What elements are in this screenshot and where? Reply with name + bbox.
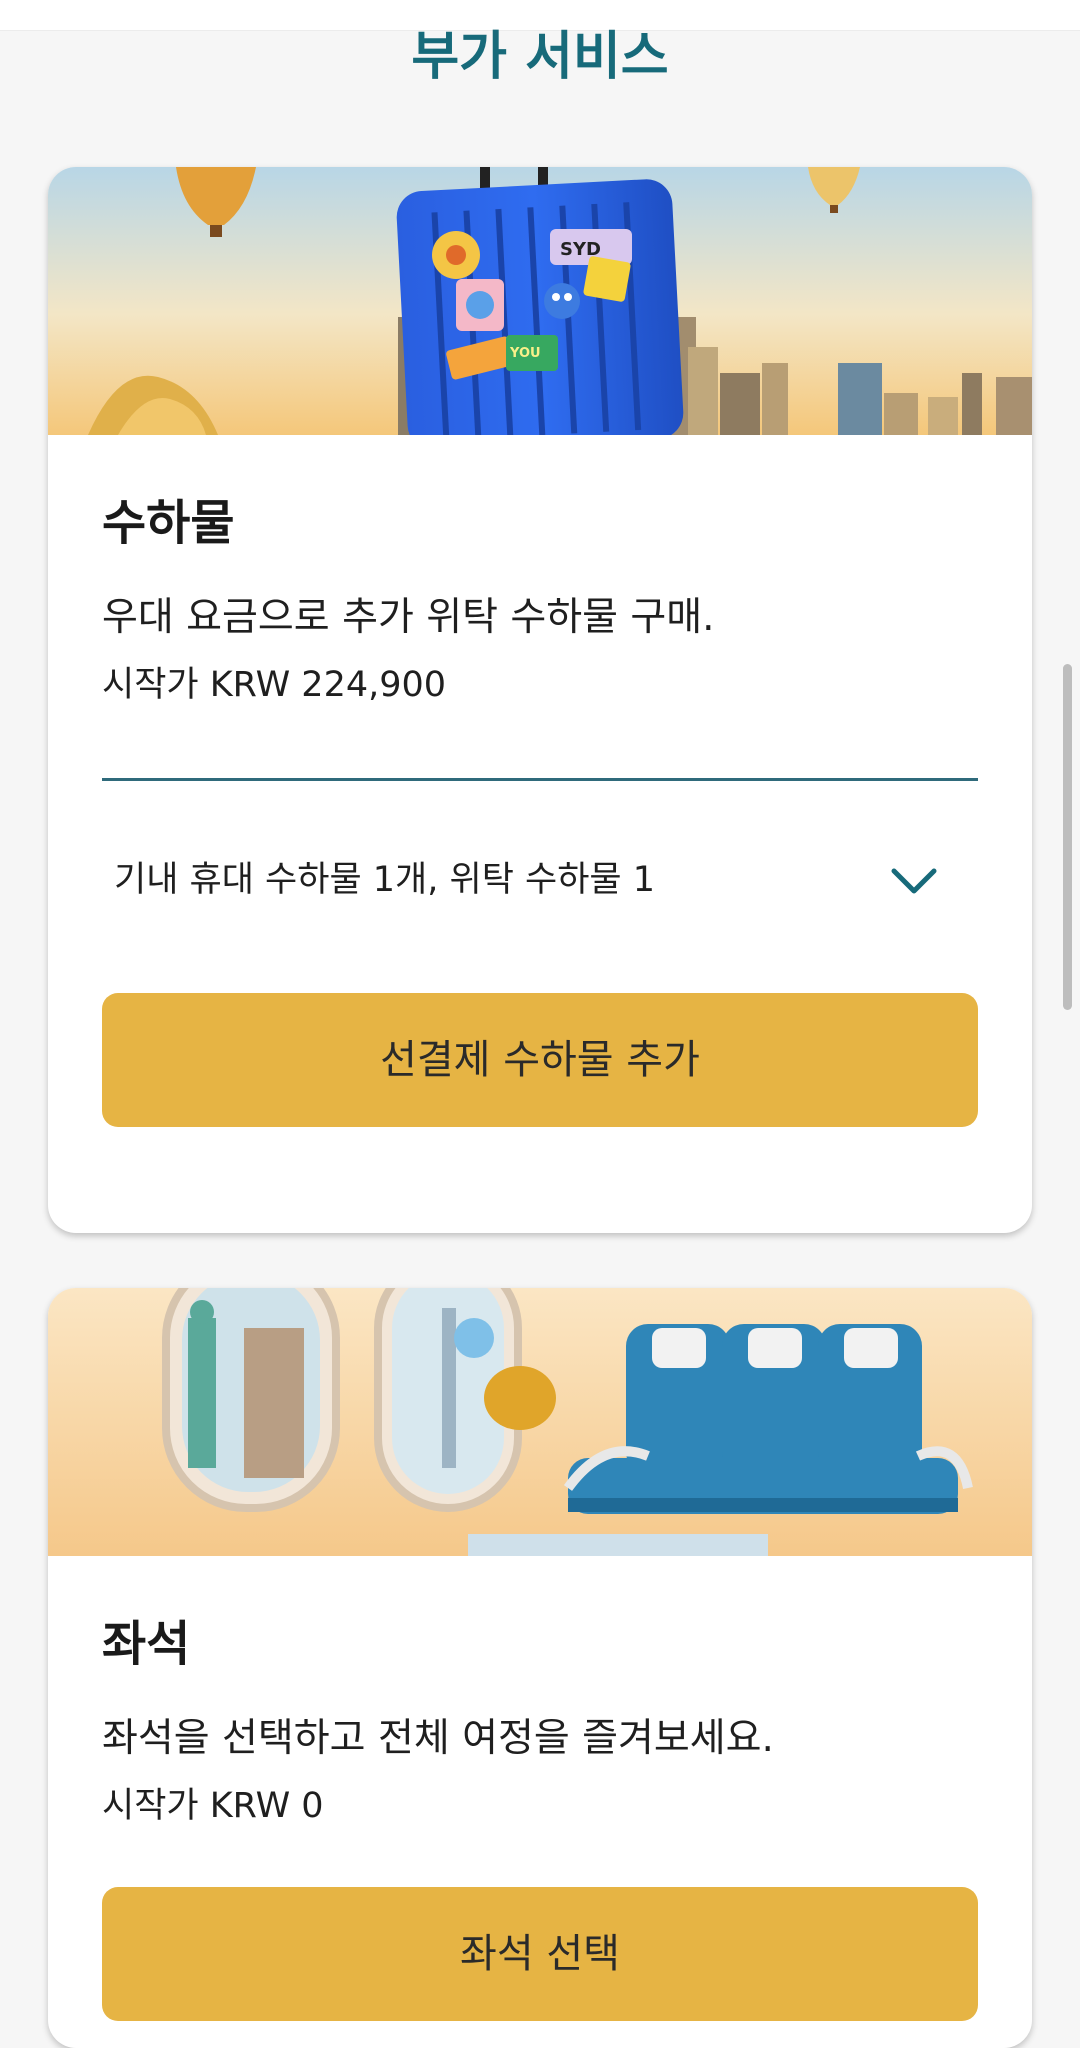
baggage-selection-dropdown[interactable]: 기내 휴대 수하물 1개, 위탁 수하물 1 [102,831,978,931]
baggage-price: 시작가 KRW 224,900 [102,665,447,705]
scrollbar-thumb[interactable] [1063,664,1072,1010]
baggage-banner-image: SYD YOU [48,167,1032,435]
select-seat-button[interactable]: 좌석 선택 [102,1887,978,2021]
seat-description: 좌석을 선택하고 전체 여정을 즐겨보세요. [102,1716,774,1761]
page-title: 부가 서비스 [411,27,669,87]
baggage-selection-label: 기내 휴대 수하물 1개, 위탁 수하물 1 [114,860,656,900]
chevron-down-icon[interactable] [890,861,938,901]
seat-title: 좌석 [102,1616,191,1672]
baggage-description: 우대 요금으로 추가 위탁 수하물 구매. [102,595,715,640]
baggage-title: 수하물 [102,495,235,551]
add-prepaid-baggage-button[interactable]: 선결제 수하물 추가 [102,993,978,1127]
seat-card: 좌석 좌석을 선택하고 전체 여정을 즐겨보세요. 시작가 KRW 0 좌석 선… [48,1288,1032,2048]
seat-price: 시작가 KRW 0 [102,1786,324,1826]
baggage-card: SYD YOU 수하물 우대 요금으로 추가 위탁 수하물 구매. 시작가 KR… [48,167,1032,1233]
baggage-divider [102,778,978,781]
seat-banner-image [48,1288,1032,1556]
svg-text:YOU: YOU [509,346,541,361]
